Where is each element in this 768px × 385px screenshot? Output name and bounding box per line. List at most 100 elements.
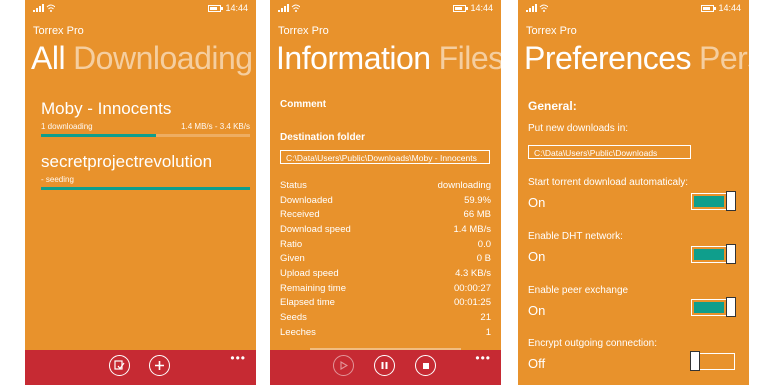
status-bar: 14:44 [25, 0, 256, 16]
info-value: 00:00:27 [454, 282, 491, 294]
info-table: Status downloading Downloaded 59.9% Received… [280, 178, 491, 340]
pivot-item-all[interactable]: All [31, 40, 66, 76]
torrent-item[interactable]: secretprojectrevolution - seeding [41, 152, 250, 190]
info-row: Downloaded 59.9% [280, 193, 491, 208]
info-label: Received [280, 209, 320, 221]
info-value: 59.9% [464, 194, 491, 206]
dht-toggle[interactable] [691, 244, 736, 264]
pivot-item-downloading[interactable]: Downloading [73, 40, 253, 76]
add-button[interactable] [149, 355, 170, 376]
encrypt-toggle[interactable] [690, 351, 735, 371]
auto-start-state: On [528, 195, 546, 210]
app-bar: ••• [25, 350, 256, 385]
pivot-header[interactable]: Information Files [276, 40, 501, 77]
section-heading-general: General: [528, 99, 577, 113]
encrypt-state: Off [528, 356, 546, 371]
app-bar: ••• [270, 348, 501, 385]
pause-icon [381, 362, 388, 369]
pivot-header[interactable]: All Downloading [31, 40, 253, 77]
info-value: 66 MB [463, 209, 491, 221]
more-button[interactable]: ••• [230, 351, 246, 365]
info-row: Seeds 21 [280, 310, 491, 325]
status-bar: 14:44 [518, 0, 749, 16]
select-icon [114, 360, 125, 370]
torrent-status: - seeding [41, 175, 74, 184]
peer-exchange-state: On [528, 303, 546, 318]
clock: 14:44 [225, 3, 248, 13]
more-button[interactable]: ••• [475, 351, 491, 365]
signal-icon [526, 4, 548, 12]
destination-field[interactable]: C:\Data\Users\Public\Downloads\Moby - In… [280, 150, 490, 164]
pause-button[interactable] [374, 355, 395, 376]
info-value: 0.0 [477, 238, 491, 250]
play-button[interactable] [333, 355, 354, 376]
select-button[interactable] [109, 355, 130, 376]
pivot-item-information[interactable]: Information [276, 40, 431, 76]
pivot-header[interactable]: PreferencesPersonalization [524, 40, 749, 77]
info-label: Leeches [280, 326, 316, 338]
info-label: Ratio [280, 238, 303, 250]
info-label: Remaining time [280, 282, 346, 294]
pivot-item-personalization[interactable]: Personalization [699, 40, 749, 76]
info-row: Remaining time 00:00:27 [280, 281, 491, 296]
info-row: Leeches 1 [280, 325, 491, 340]
info-label: Given [280, 253, 305, 265]
info-row: Received 66 MB [280, 207, 491, 222]
info-value: 1 [485, 326, 491, 338]
toggle-thumb [690, 351, 700, 371]
comment-label: Comment [280, 99, 327, 110]
peer-exchange-toggle[interactable] [691, 297, 736, 317]
clock: 14:44 [470, 3, 493, 13]
status-bar: 14:44 [270, 0, 501, 16]
pivot-item-files[interactable]: Files [439, 40, 501, 76]
peer-exchange-label: Enable peer exchange [528, 285, 629, 296]
info-row: Download speed 1.4 MB/s [280, 222, 491, 237]
pivot-item-preferences[interactable]: Preferences [524, 40, 692, 76]
info-label: Upload speed [280, 267, 339, 279]
info-row: Given 0 B [280, 251, 491, 266]
toggle-thumb [726, 191, 736, 211]
torrent-item[interactable]: Moby - Innocents 1 downloading 1.4 MB/s … [41, 99, 250, 137]
auto-start-toggle[interactable] [691, 191, 736, 211]
add-icon [155, 361, 164, 370]
download-path-field[interactable]: C:\Data\Users\Public\Downloads [528, 145, 691, 159]
info-row: Elapsed time 00:01:25 [280, 296, 491, 311]
stop-button[interactable] [415, 355, 436, 376]
info-label: Download speed [280, 223, 351, 235]
app-title: Torrex Pro [526, 25, 577, 37]
toggle-thumb [726, 244, 736, 264]
info-value: 4.3 KB/s [455, 267, 491, 279]
torrent-progress-bar [41, 187, 250, 190]
info-row: Ratio 0.0 [280, 237, 491, 252]
dht-state: On [528, 249, 546, 264]
info-label: Status [280, 179, 307, 191]
destination-label: Destination folder [280, 132, 366, 143]
info-value: 21 [480, 312, 491, 324]
signal-icon [278, 4, 300, 12]
torrent-status: 1 downloading [41, 122, 93, 131]
download-path-label: Put new downloads in: [528, 123, 629, 134]
battery-icon [453, 4, 469, 12]
app-title: Torrex Pro [278, 25, 329, 37]
app-title: Torrex Pro [33, 25, 84, 37]
info-value: 00:01:25 [454, 297, 491, 309]
screen-preferences: 14:44 Torrex Pro PreferencesPersonalizat… [518, 0, 749, 385]
stop-icon [422, 362, 429, 369]
torrent-name: secretprojectrevolution [41, 152, 213, 171]
torrent-name: Moby - Innocents [41, 99, 172, 118]
progress-fill [41, 187, 250, 190]
auto-start-label: Start torrent download automaticaly: [528, 177, 689, 188]
page-indicator [310, 348, 461, 350]
info-label: Downloaded [280, 194, 333, 206]
play-icon [340, 361, 348, 370]
torrent-progress-bar [41, 134, 250, 137]
info-label: Seeds [280, 312, 307, 324]
screen-information: 14:44 Torrex Pro Information Files Commen… [270, 0, 501, 385]
battery-icon [701, 4, 717, 12]
info-value: 1.4 MB/s [453, 223, 492, 235]
info-row: Upload speed 4.3 KB/s [280, 266, 491, 281]
dht-label: Enable DHT network: [528, 231, 623, 242]
clock: 14:44 [718, 3, 741, 13]
torrent-speed: 1.4 MB/s - 3.4 KB/s [181, 122, 250, 131]
info-value: 0 B [476, 253, 491, 265]
